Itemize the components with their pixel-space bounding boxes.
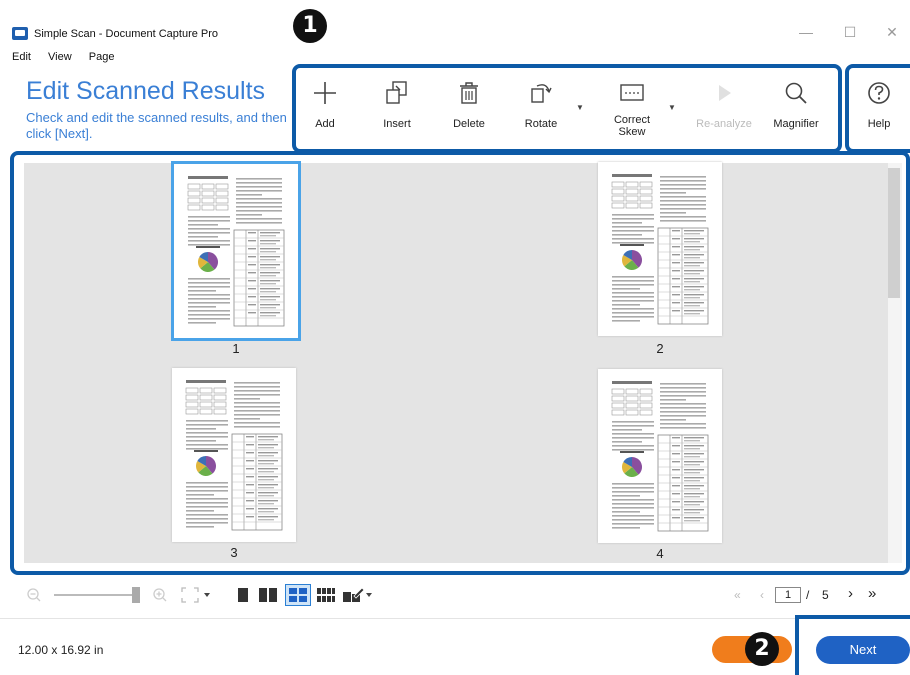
page-thumbnail-area[interactable] [24,163,888,563]
scrollbar-thumb[interactable] [888,168,900,298]
zoom-slider-handle[interactable] [132,587,140,603]
delete-label: Delete [453,118,485,130]
page-size-status: 12.00 x 16.92 in [18,643,104,657]
page-thumbnail-4[interactable] [598,369,722,543]
previous-page-icon[interactable]: ‹ [760,588,764,602]
last-page-icon[interactable]: » [868,585,876,602]
correct-skew-label: Correct Skew [613,114,651,138]
document-preview-icon [185,380,283,531]
app-icon [12,27,28,40]
page-subtitle: Check and edit the scanned results, and … [26,110,287,141]
current-page-input[interactable]: 1 [775,587,801,603]
magnifier-button[interactable]: Magnifier [764,78,828,130]
page-separator: / [806,588,810,602]
zoom-in-icon[interactable] [152,587,168,608]
menu-bar: Edit View Page [12,51,128,63]
document-preview-icon [611,174,709,325]
skew-dropdown-caret-icon[interactable]: ▼ [668,103,676,112]
insert-label: Insert [383,118,411,130]
edit-pages-icon[interactable] [342,586,372,609]
document-preview-icon [611,381,709,532]
footer-divider [0,618,910,619]
window-title: Simple Scan - Document Capture Pro [34,28,219,40]
play-icon [692,78,756,108]
add-button[interactable]: Add [293,78,357,130]
single-page-view-icon[interactable] [236,587,250,608]
document-preview-icon [187,176,285,327]
reanalyze-button[interactable]: Re-analyze [692,78,756,130]
rotate-icon [509,78,573,108]
page-number-4: 4 [656,546,664,561]
help-label: Help [867,118,891,130]
insert-icon [365,78,429,108]
rotate-label: Rotate [524,118,558,130]
page-number-1: 1 [232,341,240,356]
skew-icon [600,78,664,108]
reanalyze-label: Re-analyze [696,118,752,130]
page-number-2: 2 [656,341,664,356]
first-page-icon[interactable]: « [734,588,741,602]
insert-button[interactable]: Insert [365,78,429,130]
callout-one: 1 [293,9,327,43]
grid-view-icon[interactable] [285,584,311,606]
total-pages: 5 [822,588,829,602]
correct-skew-button[interactable]: Correct Skew [600,78,664,138]
next-button[interactable]: Next [816,636,910,664]
zoom-out-icon[interactable] [26,587,42,608]
page-thumbnail-3[interactable] [172,368,296,542]
menu-view[interactable]: View [48,51,72,63]
help-icon [849,78,909,108]
multi-grid-view-icon[interactable] [316,587,336,608]
delete-button[interactable]: Delete [437,78,501,130]
menu-page[interactable]: Page [89,51,115,63]
title-bar [0,0,910,50]
page-title: Edit Scanned Results [26,77,266,105]
help-button[interactable]: Help [849,78,909,130]
trash-icon [437,78,501,108]
magnifier-icon [764,78,828,108]
next-page-icon[interactable]: › [848,585,853,602]
page-thumbnail-1[interactable] [171,161,301,341]
page-number-3: 3 [230,545,238,560]
zoom-slider-track[interactable] [54,594,134,596]
rotate-button[interactable]: Rotate [509,78,573,130]
fit-page-icon[interactable] [180,586,210,609]
page-thumbnail-2[interactable] [598,162,722,336]
close-button[interactable]: ✕ [882,24,902,41]
plus-icon [293,78,357,108]
minimize-button[interactable]: — [796,24,816,40]
add-label: Add [315,118,335,130]
magnifier-label: Magnifier [773,118,819,130]
callout-two: 2 [745,632,779,666]
menu-edit[interactable]: Edit [12,51,31,63]
rotate-dropdown-caret-icon[interactable]: ▼ [576,103,584,112]
maximize-button[interactable]: ☐ [840,24,860,41]
two-page-view-icon[interactable] [258,587,278,608]
